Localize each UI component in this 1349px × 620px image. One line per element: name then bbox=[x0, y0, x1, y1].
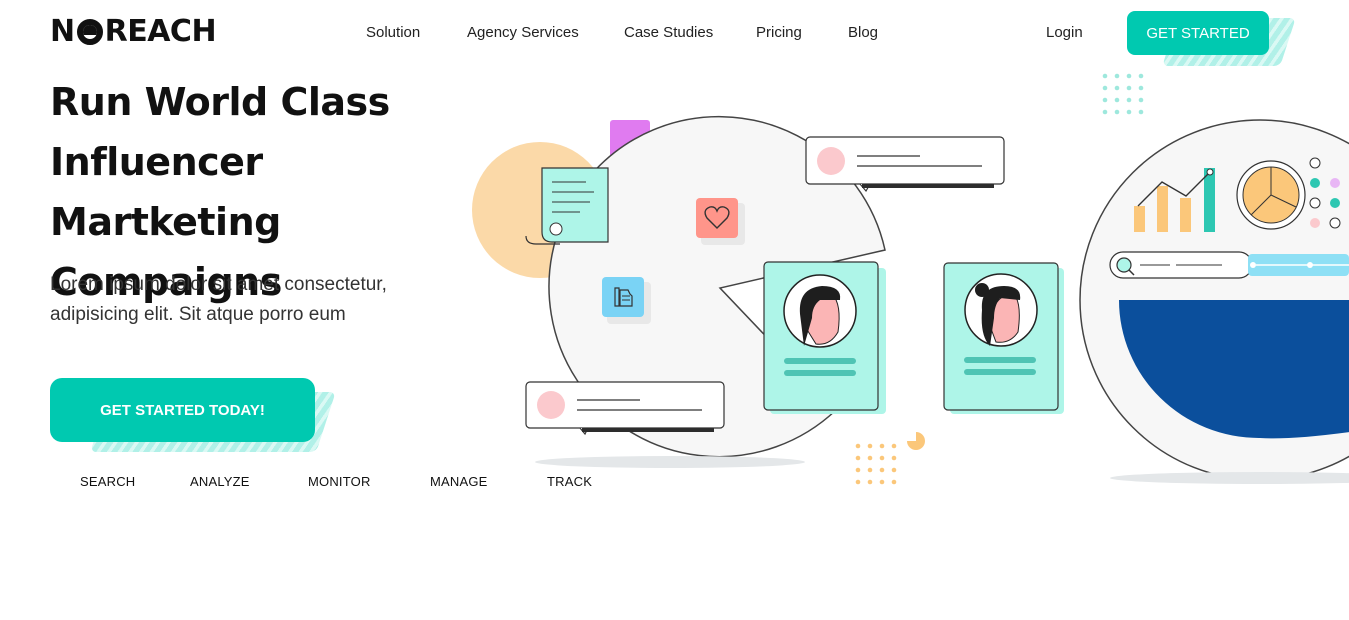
profile-card-male bbox=[763, 261, 886, 414]
feature-monitor: MONITOR bbox=[308, 474, 371, 489]
hero-title-line-2: Influencer Martketing bbox=[50, 140, 281, 244]
nav-blog[interactable]: Blog bbox=[848, 24, 878, 41]
message-bubble-bottom bbox=[525, 381, 725, 436]
hero-title-line-1: Run World Class bbox=[50, 80, 390, 124]
get-started-today-button[interactable]: GET STARTED TODAY! bbox=[50, 378, 315, 442]
nav-pricing[interactable]: Pricing bbox=[756, 24, 802, 41]
feature-search: SEARCH bbox=[80, 474, 136, 489]
thumbs-up-icon bbox=[602, 277, 651, 324]
hero-subtitle: Lorem ipsum dolor sit amet consectetur, … bbox=[50, 270, 430, 330]
get-started-button[interactable]: GET STARTED bbox=[1127, 11, 1269, 55]
pie-chart-icon bbox=[1236, 160, 1306, 230]
pie-shadow bbox=[535, 456, 805, 468]
heart-icon bbox=[696, 198, 745, 245]
logo[interactable]: N REACH bbox=[50, 14, 217, 49]
mint-dot-grid bbox=[1102, 73, 1144, 115]
dashboard-circle bbox=[1079, 119, 1349, 484]
search-icon bbox=[1109, 251, 1349, 279]
hero-subtitle-line-2: adipisicing elit. Sit atque porro eum bbox=[50, 304, 346, 325]
hero-subtitle-line-1: Lorem ipsum dolor sit amet consectetur, bbox=[50, 274, 387, 295]
site-header: N REACH Solution Agency Services Case St… bbox=[0, 0, 1349, 66]
message-bubble-top bbox=[805, 136, 1005, 193]
profile-card-female bbox=[943, 262, 1064, 414]
logo-text-left: N bbox=[50, 14, 75, 49]
nav-agency-services[interactable]: Agency Services bbox=[467, 24, 579, 41]
orange-dot-grid bbox=[855, 432, 925, 485]
hero-illustration bbox=[472, 73, 1349, 485]
logo-text-right: REACH bbox=[104, 14, 217, 49]
feature-analyze: ANALYZE bbox=[190, 474, 250, 489]
nav-solution[interactable]: Solution bbox=[366, 24, 420, 41]
login-link[interactable]: Login bbox=[1046, 24, 1083, 41]
logo-ring-icon bbox=[76, 18, 103, 45]
nav-case-studies[interactable]: Case Studies bbox=[624, 24, 713, 41]
